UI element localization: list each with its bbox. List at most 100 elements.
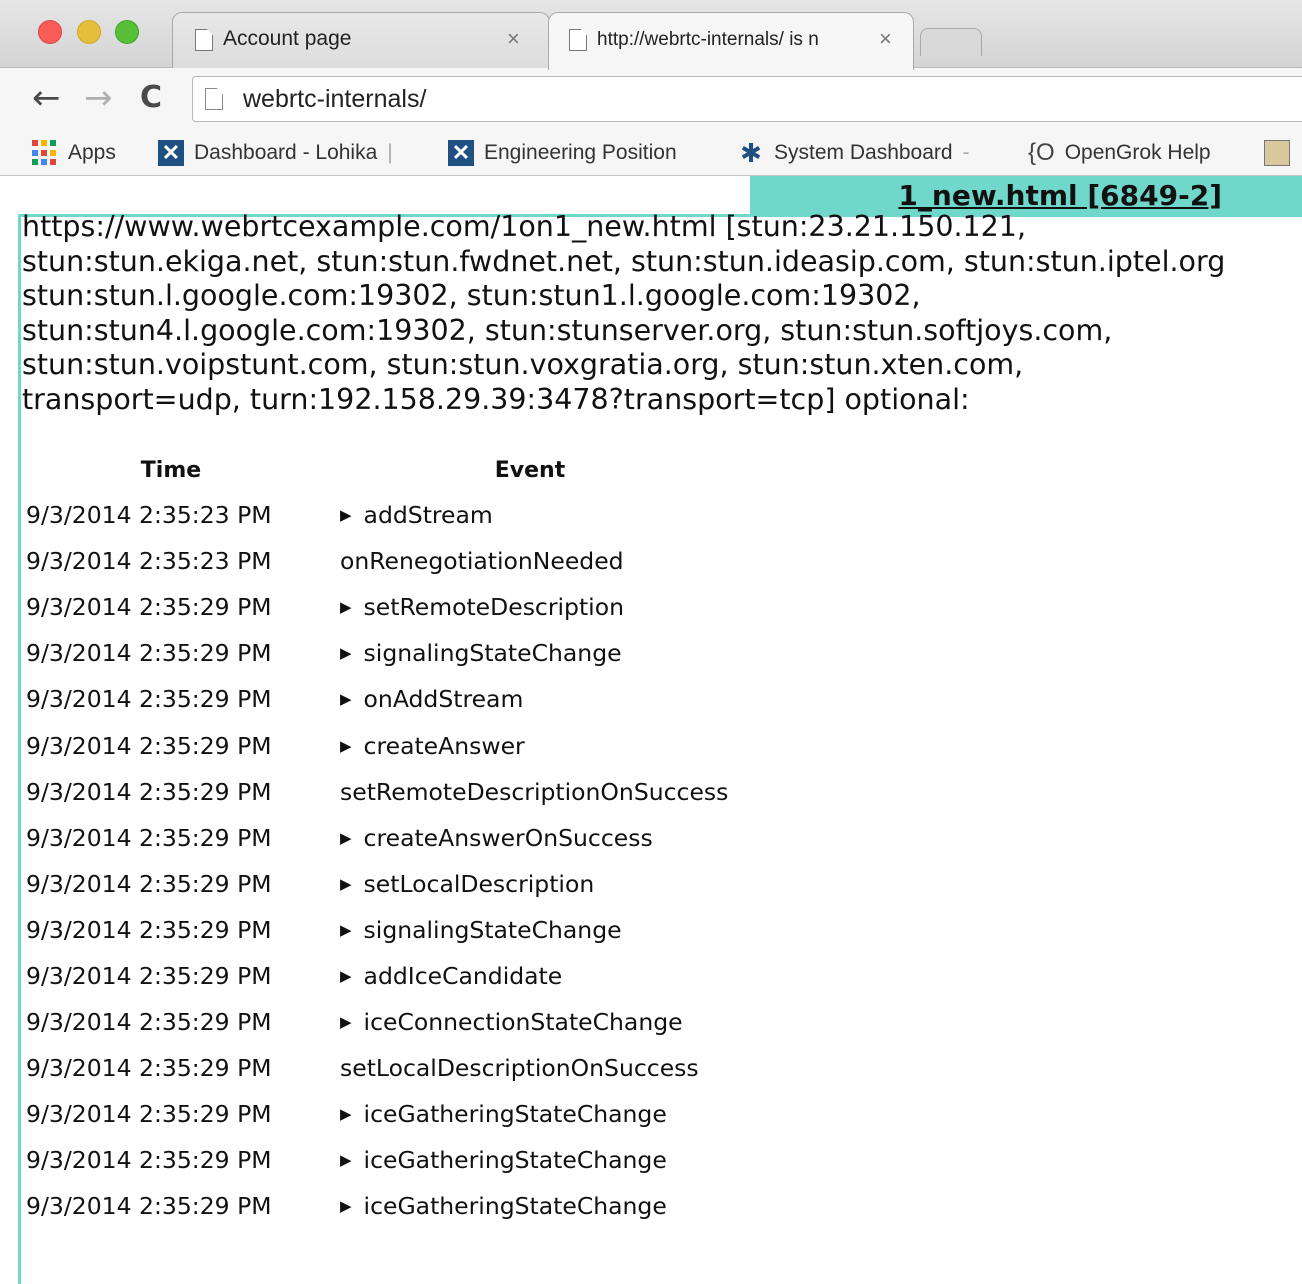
- bookmark-system-dashboard[interactable]: ✱ System Dashboard -: [738, 138, 970, 168]
- expand-triangle-icon[interactable]: ▶: [340, 506, 352, 524]
- table-row: 9/3/2014 2:35:23 PM onRenegotiationNeeded: [22, 538, 740, 584]
- expand-triangle-icon[interactable]: ▶: [340, 829, 352, 847]
- event-name[interactable]: signalingStateChange: [364, 916, 622, 944]
- new-tab-button[interactable]: [920, 28, 982, 56]
- bookmark-separator: |: [387, 141, 393, 164]
- table-row: 9/3/2014 2:35:29 PM ▶ iceConnectionStateCh…: [22, 999, 740, 1045]
- event-cell[interactable]: ▶ createAnswer: [320, 722, 740, 768]
- expand-triangle-icon[interactable]: ▶: [340, 1013, 352, 1031]
- expand-triangle-icon[interactable]: ▶: [340, 1105, 352, 1123]
- table-row: 9/3/2014 2:35:29 PM ▶ onAddStream: [22, 676, 740, 722]
- event-cell[interactable]: ▶ iceGatheringStateChange: [320, 1091, 740, 1137]
- bookmark-engineering-position[interactable]: ✕ Engineering Position: [448, 138, 677, 168]
- bookmarks-bar: Apps ✕ Dashboard - Lohika | ✕ Engineerin…: [0, 130, 1302, 176]
- address-bar[interactable]: webrtc-internals/: [192, 76, 1302, 122]
- expand-triangle-icon[interactable]: ▶: [340, 921, 352, 939]
- event-cell[interactable]: ▶ onAddStream: [320, 676, 740, 722]
- table-row: 9/3/2014 2:35:29 PM ▶ iceGatheringStateCha…: [22, 1183, 740, 1229]
- event-cell[interactable]: ▶ addStream: [320, 492, 740, 538]
- tab-account-page[interactable]: Account page ×: [172, 12, 550, 70]
- event-name[interactable]: iceGatheringStateChange: [364, 1146, 667, 1174]
- event-cell[interactable]: ▶ signalingStateChange: [320, 630, 740, 676]
- event-name[interactable]: addStream: [364, 501, 493, 529]
- expand-triangle-icon[interactable]: ▶: [340, 690, 352, 708]
- expand-triangle-icon[interactable]: ▶: [340, 1151, 352, 1169]
- tab-title: Account page: [223, 27, 352, 50]
- event-cell: onRenegotiationNeeded: [320, 538, 740, 584]
- event-time: 9/3/2014 2:35:29 PM: [26, 593, 272, 622]
- event-cell[interactable]: ▶ setLocalDescription: [320, 861, 740, 907]
- event-cell[interactable]: ▶ setRemoteDescription: [320, 584, 740, 630]
- expand-triangle-icon[interactable]: ▶: [340, 875, 352, 893]
- event-name[interactable]: iceGatheringStateChange: [364, 1100, 667, 1128]
- table-row: 9/3/2014 2:35:29 PM ▶ signalingStateChange: [22, 630, 740, 676]
- event-cell[interactable]: ▶ createAnswerOnSuccess: [320, 815, 740, 861]
- event-time: 9/3/2014 2:35:29 PM: [26, 869, 272, 898]
- event-column-header: Event: [494, 457, 566, 483]
- window-minimize-button[interactable]: [77, 20, 101, 44]
- event-name[interactable]: setRemoteDescription: [364, 593, 624, 621]
- event-time: 9/3/2014 2:35:29 PM: [26, 1008, 272, 1037]
- tab-webrtc-internals[interactable]: http://webrtc-internals/ is n ×: [548, 12, 914, 70]
- event-cell[interactable]: ▶ iceConnectionStateChange: [320, 999, 740, 1045]
- event-time: 9/3/2014 2:35:29 PM: [26, 685, 272, 714]
- expand-triangle-icon[interactable]: ▶: [340, 644, 352, 662]
- event-name[interactable]: iceConnectionStateChange: [364, 1008, 683, 1036]
- event-name[interactable]: addIceCandidate: [364, 962, 563, 990]
- table-row: 9/3/2014 2:35:29 PM ▶ addIceCandidate: [22, 953, 740, 999]
- bookmark-image[interactable]: [1264, 138, 1300, 168]
- peer-connection-title-line: stun:stun.l.google.com:19302, stun:stun1…: [22, 279, 921, 313]
- event-name[interactable]: onAddStream: [364, 685, 524, 713]
- address-text[interactable]: webrtc-internals/: [243, 85, 426, 114]
- expand-triangle-icon[interactable]: ▶: [340, 1197, 352, 1215]
- table-row: 9/3/2014 2:35:29 PM setRemoteDescriptionO…: [22, 769, 740, 815]
- forward-arrow-icon[interactable]: →: [84, 78, 113, 118]
- bookmark-separator: -: [962, 141, 970, 164]
- table-row: 9/3/2014 2:35:29 PM ▶ signalingStateChange: [22, 907, 740, 953]
- page-icon: [195, 29, 213, 51]
- event-name[interactable]: setLocalDescription: [364, 870, 595, 898]
- window-maximize-button[interactable]: [115, 20, 139, 44]
- time-column-header: Time: [140, 457, 202, 483]
- peer-connection-tab-label[interactable]: 1_new.html [6849-2]: [898, 179, 1222, 212]
- peer-connection-title-line: stun:stun.ekiga.net, stun:stun.fwdnet.ne…: [22, 244, 1226, 278]
- table-row: 9/3/2014 2:35:23 PM ▶ addStream: [22, 492, 740, 538]
- event-cell[interactable]: ▶ iceGatheringStateChange: [320, 1183, 740, 1229]
- event-time: 9/3/2014 2:35:29 PM: [26, 961, 272, 990]
- event-cell: setRemoteDescriptionOnSuccess: [320, 769, 740, 815]
- peer-connection-title: https://www.webrtcexample.com/1on1_new.h…: [22, 210, 1292, 418]
- jira-icon: ✕: [448, 140, 474, 166]
- event-time: 9/3/2014 2:35:29 PM: [26, 1192, 272, 1221]
- table-row: 9/3/2014 2:35:29 PM ▶ iceGatheringStateCha…: [22, 1137, 740, 1183]
- peer-connection-title-line: https://www.webrtcexample.com/1on1_new.h…: [22, 210, 1026, 243]
- page-content: 1_new.html [6849-2] https://www.webrtcex…: [0, 176, 1302, 1284]
- event-cell[interactable]: ▶ iceGatheringStateChange: [320, 1137, 740, 1183]
- tab-close-icon[interactable]: ×: [879, 26, 892, 52]
- bookmark-apps[interactable]: Apps: [32, 138, 116, 168]
- event-name[interactable]: createAnswer: [364, 732, 525, 760]
- event-name[interactable]: iceGatheringStateChange: [364, 1192, 667, 1220]
- page-icon: [205, 88, 223, 110]
- event-name: setRemoteDescriptionOnSuccess: [340, 777, 729, 806]
- event-name[interactable]: signalingStateChange: [364, 639, 622, 667]
- back-arrow-icon[interactable]: ←: [32, 78, 61, 118]
- reload-icon[interactable]: C: [140, 78, 162, 118]
- event-cell[interactable]: ▶ addIceCandidate: [320, 953, 740, 999]
- bookmark-dashboard-lohika[interactable]: ✕ Dashboard - Lohika |: [158, 138, 393, 168]
- expand-triangle-icon[interactable]: ▶: [340, 598, 352, 616]
- image-icon: [1264, 140, 1290, 166]
- bookmark-opengrok-help[interactable]: {O OpenGrok Help: [1028, 138, 1211, 168]
- tab-close-icon[interactable]: ×: [507, 26, 520, 52]
- bookmark-label: Apps: [68, 141, 116, 164]
- toolbar: ← → C webrtc-internals/: [0, 68, 1302, 130]
- event-time: 9/3/2014 2:35:29 PM: [26, 731, 272, 760]
- expand-triangle-icon[interactable]: ▶: [340, 967, 352, 985]
- window-close-button[interactable]: [38, 20, 62, 44]
- expand-triangle-icon[interactable]: ▶: [340, 737, 352, 755]
- bookmark-label: Engineering Position: [484, 141, 677, 164]
- table-row: 9/3/2014 2:35:29 PM ▶ iceGatheringStateCha…: [22, 1091, 740, 1137]
- event-cell[interactable]: ▶ signalingStateChange: [320, 907, 740, 953]
- event-time: 9/3/2014 2:35:23 PM: [26, 501, 272, 530]
- table-header-row: Time Event: [22, 448, 740, 492]
- event-name[interactable]: createAnswerOnSuccess: [364, 824, 653, 852]
